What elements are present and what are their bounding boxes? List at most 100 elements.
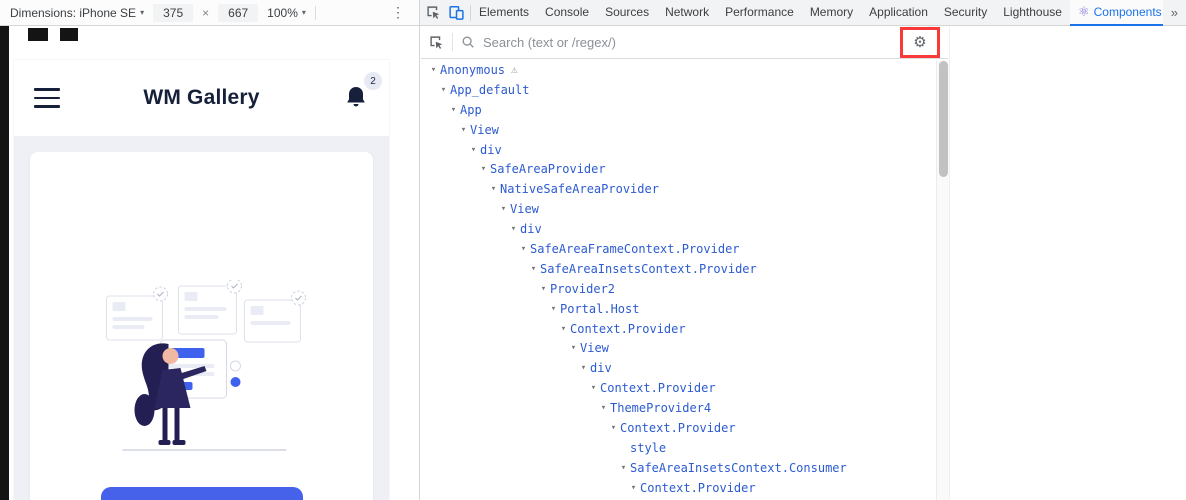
expand-toggle-icon[interactable]: ▾ [517, 244, 530, 254]
tab-components[interactable]: ⚛ Components [1069, 0, 1163, 26]
tab-elements[interactable]: Elements [471, 0, 537, 26]
page-artifact [28, 28, 48, 41]
tab-label: Sources [605, 4, 650, 19]
expand-toggle-icon[interactable]: ▾ [437, 85, 450, 95]
tab-label: Network [665, 4, 710, 19]
app-header: WM Gallery 2 [14, 60, 389, 136]
tab-label: Lighthouse [1003, 4, 1062, 19]
tab-network[interactable]: Network [657, 0, 717, 26]
tab-console[interactable]: Console [537, 0, 597, 26]
component-name: Context.Provider [600, 381, 716, 396]
zoom-value: 100% [267, 5, 298, 20]
device-type-label: Dimensions: iPhone SE [10, 5, 137, 20]
mobile-app-frame: WM Gallery 2 [14, 60, 389, 500]
emulated-page-area: WM Gallery 2 [0, 26, 420, 500]
scrollbar-thumb[interactable] [939, 61, 948, 177]
tab-security[interactable]: Security [936, 0, 995, 26]
tree-node-SafeAreaInsetsContext.Consumer[interactable]: ▾ SafeAreaInsetsContext.Consumer [421, 458, 936, 478]
tree-node-NativeSafeAreaProvider[interactable]: ▾ NativeSafeAreaProvider [421, 179, 936, 199]
expand-toggle-icon[interactable]: ▾ [577, 363, 590, 373]
component-name: Context.Provider [570, 321, 686, 336]
app-title: WM Gallery [143, 86, 260, 109]
tree-node-App_default[interactable]: ▾ App_default [421, 80, 936, 100]
tree-node-Portal.Host[interactable]: ▾ Portal.Host [421, 299, 936, 319]
tab-sources[interactable]: Sources [597, 0, 657, 26]
tree-node-Context.Provider[interactable]: ▾ Context.Provider [421, 378, 936, 398]
tree-scrollbar[interactable] [936, 60, 949, 500]
primary-button[interactable] [100, 487, 303, 500]
expand-toggle-icon[interactable]: ▾ [547, 304, 560, 314]
component-name: div [520, 222, 542, 237]
tab-memory[interactable]: Memory [802, 0, 861, 26]
inspect-element-icon[interactable] [426, 5, 441, 20]
expand-toggle-icon[interactable]: ▾ [507, 224, 520, 234]
tab-label: Memory [809, 4, 854, 19]
expand-toggle-icon[interactable]: ▾ [447, 105, 460, 115]
tree-node-View[interactable]: ▾ View [421, 199, 936, 219]
device-toolbar-toggle-icon[interactable] [449, 5, 464, 20]
tab-lighthouse[interactable]: Lighthouse [995, 0, 1070, 26]
tree-node-div[interactable]: ▾ div [421, 140, 936, 160]
expand-toggle-icon[interactable]: ▾ [537, 284, 550, 294]
tree-node-View[interactable]: ▾ View [421, 338, 936, 358]
viewport-height-input[interactable]: 667 [218, 3, 259, 22]
component-name: View [580, 341, 609, 356]
component-name: style [630, 440, 667, 455]
component-name: Provider2 [550, 281, 616, 296]
tab-performance[interactable]: Performance [717, 0, 802, 26]
chevron-down-icon: ▾ [140, 8, 145, 17]
notifications-button[interactable]: 2 [345, 72, 382, 111]
expand-toggle-icon[interactable]: ▾ [597, 403, 610, 413]
expand-toggle-icon[interactable]: ▾ [607, 423, 620, 433]
expand-toggle-icon[interactable]: ▾ [467, 145, 480, 155]
tab-application[interactable]: Application [861, 0, 936, 26]
tree-node-View[interactable]: ▾ View [421, 120, 936, 140]
screenshot-root: Dimensions: iPhone SE ▾ 375 × 667 100% ▾… [0, 0, 1186, 500]
devtools-tabs: Elements Console Sources Network Performance… [471, 0, 1163, 26]
gear-icon[interactable]: ⚙ [913, 35, 926, 50]
expand-toggle-icon[interactable]: ▾ [457, 125, 470, 135]
tree-node-Provider2[interactable]: ▾ Provider2 [421, 279, 936, 299]
expand-toggle-icon[interactable]: ▾ [487, 184, 500, 194]
tree-node-App[interactable]: ▾ App [421, 100, 936, 120]
tree-node-SafeAreaFrameContext.Provider[interactable]: ▾ SafeAreaFrameContext.Provider [421, 239, 936, 259]
expand-toggle-icon[interactable]: ▾ [567, 343, 580, 353]
expand-toggle-icon[interactable]: ▾ [427, 65, 440, 75]
components-search-bar: ⚙ [421, 26, 948, 59]
times-symbol: × [202, 5, 210, 20]
component-name: Context.Provider [640, 480, 756, 495]
tree-node-style[interactable]: style [421, 438, 936, 458]
expand-toggle-icon[interactable]: ▾ [477, 164, 490, 174]
inspect-component-icon[interactable] [429, 35, 444, 50]
menu-button[interactable] [34, 88, 60, 108]
tree-node-SafeAreaProvider[interactable]: ▾ SafeAreaProvider [421, 159, 936, 179]
more-tabs-icon[interactable]: » [1163, 5, 1186, 20]
tree-node-div[interactable]: ▾ div [421, 358, 936, 378]
expand-toggle-icon[interactable]: ▾ [497, 204, 510, 214]
viewport-width-input[interactable]: 375 [153, 3, 194, 22]
devtools-tab-bar: Elements Console Sources Network Performance… [420, 0, 1186, 26]
tree-node-Context.Provider[interactable]: ▾ Context.Provider [421, 319, 936, 339]
component-name: div [480, 142, 502, 157]
zoom-select[interactable]: 100% ▾ [267, 6, 306, 20]
search-separator [452, 33, 453, 51]
expand-toggle-icon[interactable]: ▾ [557, 324, 570, 334]
expand-toggle-icon[interactable]: ▾ [587, 383, 600, 393]
tree-node-div[interactable]: ▾ div [421, 219, 936, 239]
expand-toggle-icon[interactable]: ▾ [527, 264, 540, 274]
component-name: App [460, 102, 482, 117]
expand-toggle-icon[interactable]: ▾ [627, 483, 640, 493]
search-input[interactable] [483, 34, 892, 50]
tree-node-Context.Provider[interactable]: ▾ Context.Provider [421, 418, 936, 438]
tree-node-Context.Provider[interactable]: ▾ Context.Provider [421, 478, 936, 498]
component-name: ThemeProvider4 [610, 401, 712, 416]
tab-label: Elements [479, 4, 530, 19]
component-name: Anonymous [440, 62, 506, 77]
tree-node-SafeAreaInsetsContext.Provider[interactable]: ▾ SafeAreaInsetsContext.Provider [421, 259, 936, 279]
tree-node-ThemeProvider4[interactable]: ▾ ThemeProvider4 [421, 398, 936, 418]
more-options-icon[interactable]: ⋮ [387, 4, 409, 21]
device-type-select[interactable]: Dimensions: iPhone SE ▾ [10, 6, 144, 20]
tab-label: Components [1093, 4, 1162, 19]
expand-toggle-icon[interactable]: ▾ [617, 463, 630, 473]
tree-node-Anonymous[interactable]: ▾ Anonymous ⚠ [421, 60, 936, 80]
